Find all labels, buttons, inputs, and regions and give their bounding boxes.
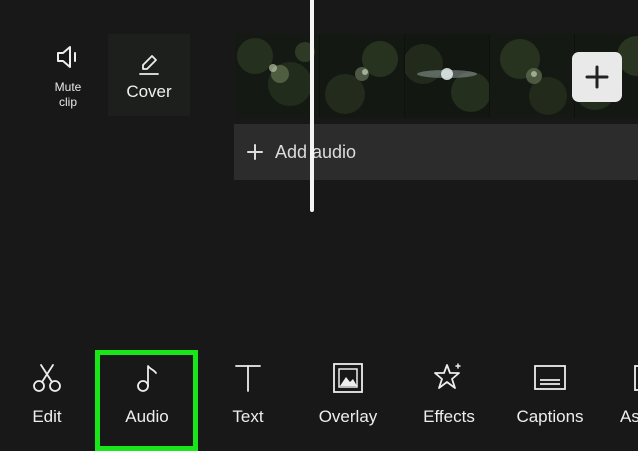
tool-label: Text: [232, 407, 264, 426]
tool-label: Edit: [32, 407, 62, 426]
tool-edit[interactable]: Edit: [24, 361, 70, 431]
scissors-icon: [33, 364, 61, 392]
tool-captions[interactable]: Captions: [509, 361, 591, 431]
tool-aspect-ratio[interactable]: As: [616, 361, 638, 431]
tool-overlay[interactable]: Overlay: [314, 361, 382, 431]
cover-button[interactable]: Cover: [108, 34, 190, 116]
playhead[interactable]: [310, 0, 314, 212]
speaker-icon: [57, 46, 76, 68]
tool-label: As: [620, 407, 638, 426]
add-audio-button[interactable]: Add audio: [234, 124, 638, 180]
text-icon: [235, 365, 261, 392]
add-audio-label: Add audio: [275, 141, 357, 162]
clip-thumbnail: [490, 34, 575, 118]
aspect-ratio-icon: [634, 365, 638, 391]
plus-icon: [247, 144, 263, 160]
tool-label: Overlay: [318, 407, 378, 426]
tool-effects[interactable]: Effects: [416, 361, 482, 431]
cover-label: Cover: [126, 82, 172, 101]
add-clip-button[interactable]: [572, 52, 622, 102]
clip-thumbnail: [320, 34, 405, 118]
tool-label: Effects: [423, 407, 475, 426]
clip-thumbnail: [405, 34, 490, 118]
highlight-box: [95, 350, 198, 451]
plus-icon: [585, 65, 609, 89]
editor-screen: Mute clip Cover Add audio Edit Audio Tex…: [0, 0, 638, 451]
mute-clip-label: Mute clip: [54, 80, 82, 109]
captions-icon: [534, 365, 566, 390]
pencil-icon: [139, 55, 159, 75]
clip-thumbnail: [235, 34, 320, 118]
overlay-icon: [333, 363, 363, 393]
mute-clip-button[interactable]: Mute clip: [40, 42, 96, 114]
effects-star-icon: [434, 363, 461, 389]
tool-text[interactable]: Text: [224, 361, 272, 431]
tool-label: Captions: [516, 407, 584, 426]
